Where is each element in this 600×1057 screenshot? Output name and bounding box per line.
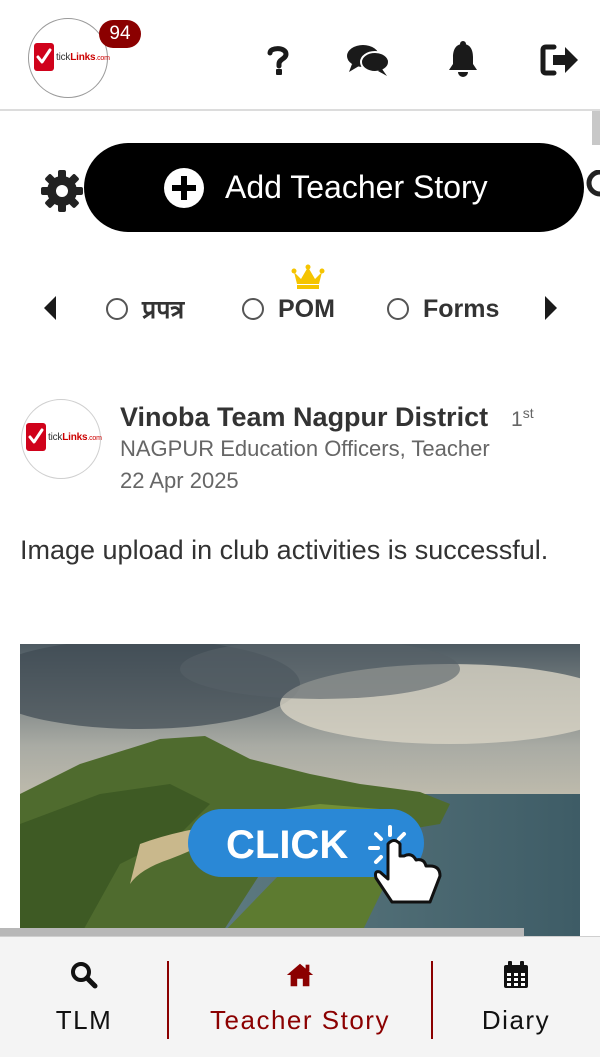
author-avatar[interactable]: tickLinks.com [21,399,102,479]
nav-label: TLM [55,1005,113,1035]
page-scrollbar[interactable] [592,111,600,145]
ticklinks-logo[interactable]: tickLinks.com [28,18,110,98]
tab-label: POM [278,294,335,323]
home-icon [285,959,315,991]
post-author-name[interactable]: Vinoba Team Nagpur District [120,402,488,433]
logo-wordmark: tickLinks.com [48,432,102,443]
connection-degree: 1st [511,405,534,431]
bell-icon[interactable] [443,40,483,80]
search-icon [69,959,99,991]
logo-wordmark: tickLinks.com [56,52,110,63]
post-text: Image upload in club activities is succe… [20,535,549,565]
gear-icon[interactable] [40,169,84,213]
nav-tlm[interactable]: TLM [0,937,168,1057]
nav-label: Teacher Story [210,1005,390,1035]
search-icon[interactable] [584,170,600,200]
add-teacher-story-button[interactable]: Add Teacher Story [84,143,584,232]
radio-button[interactable] [106,298,128,320]
add-story-label: Add Teacher Story [225,169,488,205]
plus-circle-icon [164,168,204,208]
check-mark-icon [34,43,54,71]
help-icon[interactable] [258,40,298,80]
radio-button[interactable] [387,298,409,320]
nav-teacher-story[interactable]: Teacher Story [168,937,432,1057]
logout-icon[interactable] [540,40,580,80]
tab-prapatra[interactable]: प्रपत्र [106,292,184,326]
image-scrollbar[interactable] [0,928,524,936]
image-click-text: CLICK [226,823,348,867]
calendar-icon [501,959,531,991]
post-author-role: NAGPUR Education Officers, Teacher [120,436,490,461]
bottom-navigation: TLM Teacher Story Diary [0,936,600,1057]
chat-icon[interactable] [346,40,390,80]
nav-label: Diary [481,1005,551,1035]
notification-count-badge: 94 [99,20,141,48]
post-image[interactable]: CLICK [20,644,580,936]
tab-forms[interactable]: Forms [387,292,499,326]
tab-pom[interactable]: POM [242,292,335,326]
post-date: 22 Apr 2025 [120,468,239,493]
tab-label: Forms [423,294,500,323]
tab-label: प्रपत्र [142,296,185,324]
radio-button[interactable] [242,298,264,320]
crown-icon [291,264,325,290]
check-mark-icon [26,423,46,451]
tabs-prev-arrow-icon[interactable] [40,293,60,323]
tabs-next-arrow-icon[interactable] [541,293,561,323]
app-header: tickLinks.com 94 [0,0,600,111]
nav-diary[interactable]: Diary [432,937,600,1057]
